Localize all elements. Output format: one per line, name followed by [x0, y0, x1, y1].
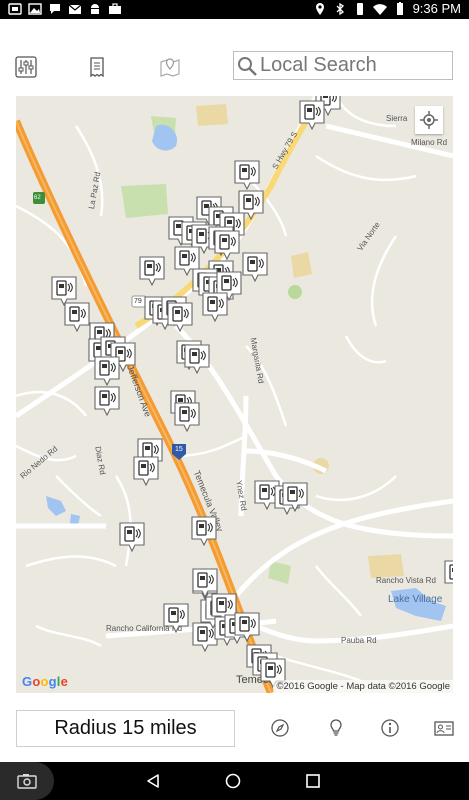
charging-station-marker[interactable] — [94, 386, 120, 416]
area-label: Lake Village — [388, 594, 443, 605]
radius-button[interactable]: Radius 15 miles — [16, 710, 235, 747]
home-circle-icon — [225, 773, 241, 789]
interstate-shield-label: 15 — [175, 446, 183, 453]
status-bar: 9:36 PM — [0, 0, 469, 19]
crosshair-icon — [420, 111, 438, 129]
image-notification-icon — [28, 2, 42, 16]
battery-icon — [393, 1, 407, 16]
charging-station-marker[interactable] — [94, 356, 120, 386]
google-logo: Google — [22, 674, 69, 689]
route-shield-label: 62 — [34, 195, 41, 201]
filter-sliders-icon[interactable] — [14, 55, 38, 79]
charging-station-marker[interactable] — [163, 603, 189, 633]
charging-station-marker[interactable] — [133, 456, 159, 486]
app-notification-icon — [8, 2, 22, 16]
home-button[interactable] — [223, 771, 243, 791]
receipt-list-icon[interactable] — [85, 55, 109, 79]
charging-station-marker[interactable] — [234, 612, 260, 642]
route-shield-label: 79 — [134, 298, 142, 305]
charging-station-marker[interactable] — [167, 302, 193, 332]
my-location-button[interactable] — [415, 106, 443, 134]
charging-station-marker[interactable] — [139, 256, 165, 286]
chat-notification-icon — [48, 2, 62, 16]
search-box[interactable] — [233, 51, 453, 80]
charging-station-marker[interactable] — [174, 402, 200, 432]
street-label: Sierra — [386, 114, 408, 123]
back-triangle-icon — [147, 774, 159, 788]
charging-station-marker[interactable] — [202, 292, 228, 322]
charging-station-marker[interactable] — [191, 516, 217, 546]
charging-station-marker[interactable] — [242, 252, 268, 282]
street-label: Milano Rd — [411, 138, 448, 147]
map-pin-icon[interactable] — [158, 55, 182, 79]
map-view[interactable]: Sierra Milano Rd S Hwy 79 S Rancho Vista… — [16, 96, 453, 693]
back-button[interactable] — [143, 771, 163, 791]
street-label: Pauba Rd — [341, 636, 377, 645]
charging-station-marker[interactable] — [214, 230, 240, 260]
screenshot-button[interactable] — [0, 762, 54, 800]
status-time: 9:36 PM — [412, 1, 461, 16]
vibrate-icon — [353, 2, 367, 16]
charging-station-marker[interactable] — [119, 522, 145, 552]
map-attribution: ©2016 Google - Map data ©2016 Google — [273, 680, 453, 693]
charging-station-marker[interactable] — [299, 100, 325, 130]
wifi-icon — [372, 2, 387, 16]
recents-square-icon — [306, 774, 320, 788]
charging-station-marker[interactable] — [184, 344, 210, 374]
search-icon — [238, 57, 257, 76]
android-notification-icon — [88, 2, 102, 16]
charging-station-marker[interactable] — [444, 560, 453, 590]
charging-station-marker[interactable] — [64, 302, 90, 332]
navigation-bar — [0, 762, 469, 800]
street-label: Rancho Vista Rd — [376, 576, 436, 585]
briefcase-notification-icon — [108, 2, 122, 16]
contact-card-icon[interactable] — [433, 717, 455, 739]
compass-icon[interactable] — [269, 717, 291, 739]
camera-icon — [17, 774, 37, 789]
charging-station-marker[interactable] — [234, 160, 260, 190]
recents-button[interactable] — [303, 771, 323, 791]
location-icon — [313, 2, 327, 16]
bluetooth-icon — [333, 2, 347, 16]
info-icon[interactable] — [379, 717, 401, 739]
lightbulb-icon[interactable] — [325, 717, 347, 739]
mail-notification-icon — [68, 2, 82, 16]
charging-station-marker[interactable] — [282, 482, 308, 512]
search-input[interactable] — [260, 52, 450, 79]
